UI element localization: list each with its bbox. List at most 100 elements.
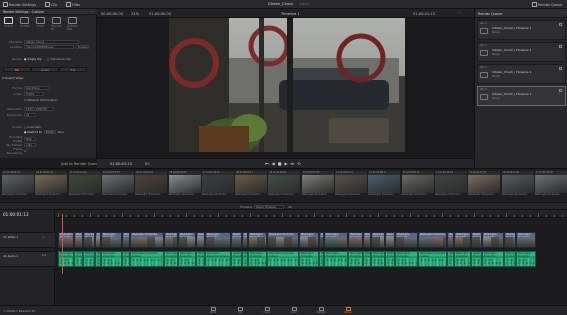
audio-clip[interactable]: Washington Production Camera 01_01_01_01… (205, 251, 231, 267)
tab-audio[interactable]: Audio (31, 67, 59, 72)
format-select[interactable]: QuickTime (24, 86, 50, 90)
video-clip[interactable]: Washington Production (205, 232, 231, 248)
preset-final-cut-pro[interactable]: Final Cut Pro (51, 17, 62, 31)
clip-thumbnail[interactable]: 12 01:00:08:17 Washington Production (368, 171, 401, 200)
audio-track-header[interactable]: A1 Audio 1 2.0 (0, 251, 55, 267)
individual-clips-radio[interactable]: ○ Individual clips (47, 57, 71, 61)
clip-thumbnail[interactable]: 10 01:00:07:02 Washington Production (301, 171, 334, 200)
audio-clip[interactable]: Washington Production Camera 01_01_01_01… (299, 251, 319, 267)
timeline-select[interactable]: Select Timeline (254, 204, 284, 209)
clip-thumbnail[interactable]: 14 01:00:10:08 Washington Production (434, 171, 467, 200)
clip-thumbnail[interactable]: 13 01:00:09:12 Washington Production (401, 171, 434, 200)
audio-clip[interactable]: Washington Production Camera 01_01_01_01… (371, 251, 385, 267)
video-clip[interactable]: Washington Production (371, 232, 385, 248)
location-field[interactable]: /Users/ADMIN/Movies (24, 45, 74, 49)
page-deliver[interactable]: Deliver (341, 307, 355, 315)
video-clip[interactable]: Washington Production (385, 232, 395, 248)
page-color[interactable]: Color (287, 307, 301, 315)
audio-clip[interactable]: Washington Production Camera 01_01_01_01… (101, 251, 122, 267)
video-clip[interactable]: Washington Production (248, 232, 267, 248)
video-clip[interactable]: Washington Production (122, 232, 130, 248)
render-settings-toggle[interactable]: Render Settings (3, 2, 36, 8)
audio-clip[interactable]: Washington Production Camera 01_01_01_01… (231, 251, 242, 267)
audio-clip[interactable]: Washington Production Camera 01_01_01_01… (447, 251, 454, 267)
viewer-options-icon[interactable]: ⋯ (457, 10, 461, 15)
audio-clip[interactable]: Washington Production Camera 01_01_01_01… (454, 251, 471, 267)
clip-thumbnail[interactable]: 04 01:00:02:05 Washington Production (101, 171, 134, 200)
audio-clip[interactable]: Washington Production Camera 01_01_01_01… (130, 251, 164, 267)
audio-clip[interactable]: Washington Production Camera 01_01_01_01… (267, 251, 299, 267)
render-job[interactable]: Job 4 Citizen_Chuck | Timeline 1 Ready (477, 86, 566, 106)
audio-clip[interactable]: Washington Production Camera 01_01_01_01… (164, 251, 178, 267)
video-clip[interactable]: Washington Production (130, 232, 164, 248)
quality-restrict-radio[interactable]: ● Restrict to (24, 130, 42, 134)
video-clip[interactable]: Washington Production (58, 232, 74, 248)
more-options-icon[interactable]: ⋯ (90, 9, 94, 14)
playhead[interactable] (62, 214, 63, 274)
encoding-profile-select[interactable]: Main (24, 137, 36, 141)
audio-clip[interactable]: Washington Production Camera 01_01_01_01… (74, 251, 83, 267)
browse-button[interactable]: Browse (76, 45, 89, 49)
audio-clip[interactable]: Washington Production Camera 01_01_01_01… (348, 251, 363, 267)
video-clip[interactable]: Washington Production (363, 232, 371, 248)
framerate-select[interactable]: 24 (24, 113, 36, 117)
step-back-icon[interactable]: ◀ (272, 161, 275, 166)
filter-toggle[interactable]: Filter (66, 2, 80, 8)
video-clip[interactable]: Washington Production (348, 232, 363, 248)
video-clip[interactable]: Washington Production (231, 232, 242, 248)
clip-thumbnail[interactable]: 05 01:00:03:01 Washington Production (135, 171, 168, 200)
viewer-zoom[interactable]: 21% (131, 12, 139, 16)
video-clip[interactable]: Washington Production (299, 232, 319, 248)
clip-thumbnail[interactable]: 03 01:00:01:10 Washington Production (68, 171, 101, 200)
filename-field[interactable]: Citizen_Chuck (24, 40, 79, 44)
clip-thumbnail[interactable]: 09 01:00:06:07 Washington Production (268, 171, 301, 200)
video-clip[interactable]: Washington Production (454, 232, 471, 248)
render-queue-options-icon[interactable]: ⋯ (561, 10, 565, 15)
first-frame-icon[interactable]: ⏮ (265, 161, 269, 166)
clip-thumbnail[interactable]: 15 01:00:11:03 Washington Production (468, 171, 501, 200)
page-fusion[interactable]: Fusion (260, 307, 274, 315)
single-clip-radio[interactable]: ● Single clip (24, 57, 42, 61)
codec-select[interactable]: H.264 (24, 92, 44, 96)
loop-icon[interactable]: ⟲ (297, 161, 300, 166)
video-clip[interactable]: Washington Production (83, 232, 95, 248)
preset-youtube[interactable]: YouTube (19, 17, 30, 31)
video-clip[interactable]: Washington Production (178, 232, 196, 248)
audio-clip[interactable]: Washington Production Camera 01_01_01_01… (395, 251, 418, 267)
stop-icon[interactable]: ■ (278, 161, 282, 166)
play-icon[interactable]: ▶ (284, 161, 287, 166)
audio-clip[interactable]: Washington Production Camera 01_01_01_01… (418, 251, 447, 267)
timeline-ruler[interactable] (55, 210, 567, 218)
audio-clip[interactable]: Washington Production Camera 01_01_01_01… (83, 251, 95, 267)
quality-automatic-radio[interactable]: ○ Automatic (24, 125, 42, 129)
track-lock-icon[interactable]: ▢ (42, 235, 45, 239)
clip-thumbnail[interactable]: 06 01:00:03:20 Washington Production (168, 171, 201, 200)
video-clip[interactable]: Washington Production (101, 232, 122, 248)
video-clip[interactable]: Washington Production (482, 232, 504, 248)
export-video-checkbox[interactable]: ☑ Export Video (2, 76, 23, 80)
job-edit-icon[interactable] (559, 44, 562, 48)
bitrate-field[interactable]: 80000 (43, 130, 56, 134)
video-clip[interactable]: Washington Production (196, 232, 205, 248)
audio-clip[interactable]: Washington Production Camera 01_01_01_01… (178, 251, 196, 267)
last-frame-icon[interactable]: ⏭ (291, 161, 295, 166)
viewer-timeline-name[interactable]: Timeline 1 (281, 12, 300, 16)
clip-thumbnail[interactable]: 07 01:00:04:16 Washington Production (201, 171, 234, 200)
render-job[interactable]: Job 2 Citizen_Chuck | Timeline 1 Ready (477, 42, 566, 62)
resolution-select[interactable]: 1920 x 1080 HD (24, 107, 54, 111)
preset-custom[interactable]: Custom (3, 17, 14, 31)
clip-thumbnail[interactable]: 02 01:00:00:12 Washington Production (35, 171, 68, 200)
add-to-render-queue-button[interactable]: Add to Render Queue (61, 162, 97, 166)
job-edit-icon[interactable] (559, 88, 562, 92)
key-frames-select[interactable]: Auto (24, 143, 36, 147)
audio-clip[interactable]: Washington Production Camera 01_01_01_01… (196, 251, 205, 267)
video-clip[interactable]: Washington Production (324, 232, 348, 248)
preset-vimeo[interactable]: Vimeo (35, 17, 46, 31)
clip-thumbnail[interactable]: 01 01:00:00:00 Washington Production (2, 171, 34, 200)
audio-clip[interactable]: Washington Production Camera 01_01_01_01… (324, 251, 348, 267)
tab-file[interactable]: File (59, 67, 87, 72)
audio-clip[interactable]: Washington Production Camera 01_01_01_01… (363, 251, 371, 267)
render-queue-toggle[interactable]: Render Queue (532, 2, 562, 8)
page-edit[interactable]: Edit (233, 307, 247, 315)
audio-clip[interactable]: Washington Production Camera 01_01_01_01… (58, 251, 74, 267)
